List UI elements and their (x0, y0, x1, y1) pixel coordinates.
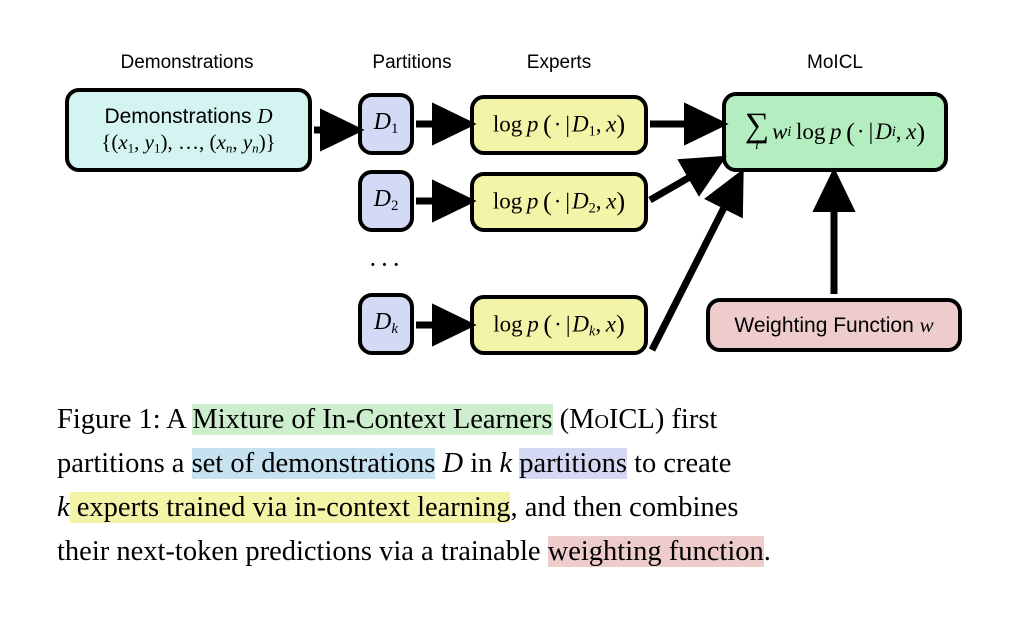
weighting-function-label: Weighting Function w (734, 312, 934, 337)
partitions-ellipsis: ··· (368, 250, 404, 279)
caption-highlight-demonstrations: set of demonstrations (191, 448, 436, 479)
column-label-experts: Experts (526, 52, 592, 73)
caption-seg-9: in (470, 448, 500, 479)
caption-line-2: partitions a set of demonstrations D in … (57, 442, 969, 486)
caption-seg-20: . (763, 536, 771, 567)
caption-line-3: k experts trained via in-context learnin… (57, 486, 969, 530)
caption-symbol-k2: k (57, 492, 70, 523)
partition-label-d1: D1 (373, 109, 399, 138)
caption-label: Figure 1: (57, 404, 161, 435)
moicl-expression: ∑ i wi log p (· | Di, x) (744, 107, 926, 154)
caption-seg-13: to create (626, 448, 732, 479)
expert-box-2: log p (· |D2, x) (470, 172, 648, 232)
partition-label-dk: Dk (374, 309, 398, 338)
caption-symbol-k: k (499, 448, 513, 479)
demonstrations-line-2: {(x1, y1), …, (xn, yn)} (101, 129, 276, 156)
figure-caption: Figure 1: A Mixture of In-Context Learne… (57, 398, 969, 574)
caption-highlight-moicl-name: Mixture of In-Context Learners (192, 404, 553, 435)
demonstrations-box: Demonstrations D {(x1, y1), …, (xn, yn)} (65, 88, 312, 172)
caption-seg-6: partitions a (57, 448, 192, 479)
caption-symbol-D: D (435, 448, 471, 479)
caption-highlight-experts-a: experts trained (69, 492, 246, 523)
demonstrations-word: Demonstrations (104, 105, 258, 129)
summation-symbol: ∑ i (744, 107, 770, 154)
partition-box-dk: Dk (358, 293, 414, 355)
caption-line-1: Figure 1: A Mixture of In-Context Learne… (57, 398, 969, 442)
partition-box-d1: D1 (358, 93, 414, 155)
expert-expression-1: log p (· |D1, x) (492, 109, 626, 140)
weighting-function-box: Weighting Function w (706, 298, 962, 352)
demonstrations-symbol-D: D (257, 104, 273, 129)
caption-highlight-partitions: partitions (519, 448, 627, 479)
caption-seg-17: , and then combines (510, 492, 739, 523)
expert-expression-k: log p (· |Dk, x) (493, 309, 625, 340)
caption-seg-5: ) first (654, 404, 718, 435)
moicl-output-box: ∑ i wi log p (· | Di, x) (722, 92, 948, 172)
partition-label-d2: D2 (373, 186, 399, 215)
arrow-expert2-to-moicl (648, 155, 727, 204)
caption-highlight-experts-b: via in-context learning (245, 492, 511, 523)
demonstrations-box-content: Demonstrations D {(x1, y1), …, (xn, yn)} (95, 104, 282, 156)
column-label-moicl: MoICL (807, 52, 863, 73)
caption-acronym-moicl: MoICL (569, 404, 655, 435)
column-label-demonstrations: Demonstrations (120, 52, 254, 73)
partition-box-d2: D2 (358, 170, 414, 232)
moicl-architecture-diagram: Demonstrations Partitions Experts MoICL … (0, 0, 1024, 385)
column-label-partitions: Partitions (372, 52, 452, 73)
caption-seg-1: A (166, 404, 193, 435)
expert-expression-2: log p (· |D2, x) (492, 186, 626, 217)
expert-box-k: log p (· |Dk, x) (470, 295, 648, 355)
demonstrations-line-1: Demonstrations D (101, 104, 276, 130)
expert-box-1: log p (· |D1, x) (470, 95, 648, 155)
caption-highlight-weighting: weighting function (547, 536, 764, 567)
caption-seg-3: ( (552, 404, 570, 435)
caption-line-4: their next-token predictions via a train… (57, 530, 969, 574)
caption-seg-18: their next-token predictions via a train… (57, 536, 548, 567)
